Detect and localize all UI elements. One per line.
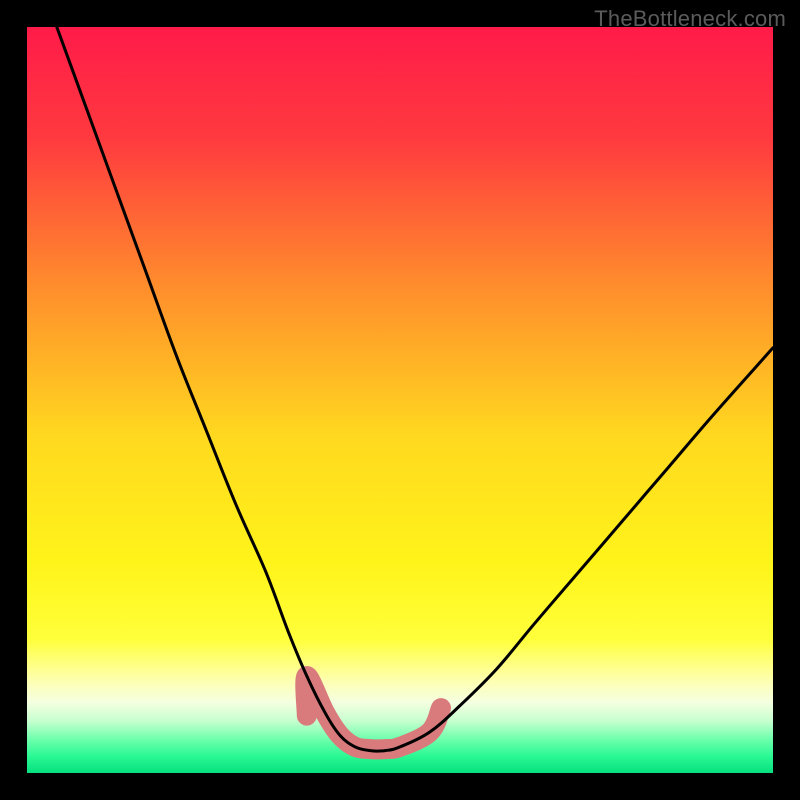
plot-area bbox=[27, 27, 773, 773]
watermark-text: TheBottleneck.com bbox=[594, 6, 786, 32]
bottleneck-curve bbox=[57, 27, 773, 751]
outer-black-frame: TheBottleneck.com bbox=[0, 0, 800, 800]
chart-svg bbox=[27, 27, 773, 773]
